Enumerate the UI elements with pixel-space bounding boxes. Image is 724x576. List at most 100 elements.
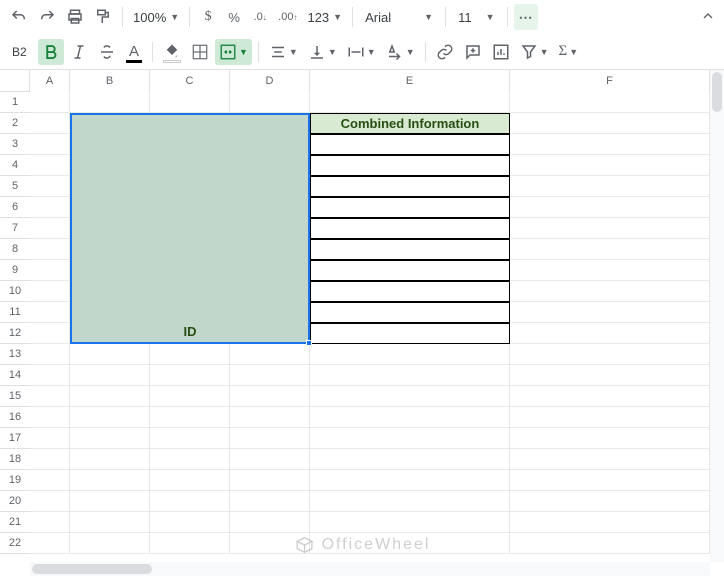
print-button[interactable] xyxy=(62,4,88,30)
chevron-down-icon: ▼ xyxy=(367,47,376,57)
more-toolbar-button[interactable]: ⋯ xyxy=(514,4,538,30)
cell-E11[interactable] xyxy=(310,302,510,323)
zoom-value: 100% xyxy=(133,10,166,25)
separator xyxy=(152,42,153,62)
cell-E3[interactable] xyxy=(310,134,510,155)
separator xyxy=(507,7,508,27)
separator xyxy=(189,7,190,27)
cells-area[interactable]: Combined Information ID xyxy=(30,92,710,554)
font-dropdown[interactable]: Arial▼ xyxy=(359,10,439,25)
strikethrough-button[interactable] xyxy=(94,39,120,65)
text-rotation-button[interactable]: ▼ xyxy=(382,39,419,65)
cell-E7[interactable] xyxy=(310,218,510,239)
watermark-text: OfficeWheel xyxy=(322,536,431,554)
column-headers[interactable]: ABCDEF xyxy=(30,70,710,92)
cell-E5[interactable] xyxy=(310,176,510,197)
row-header-2[interactable]: 2 xyxy=(0,113,30,134)
row-header-1[interactable]: 1 xyxy=(0,92,30,113)
scrollbar-thumb[interactable] xyxy=(712,72,722,112)
row-header-6[interactable]: 6 xyxy=(0,197,30,218)
chevron-down-icon: ▼ xyxy=(406,47,415,57)
cell-combined-information-header[interactable]: Combined Information xyxy=(310,113,510,134)
more-formats-dropdown[interactable]: 123▼ xyxy=(303,10,346,25)
merge-cells-button[interactable]: ▼ xyxy=(215,39,252,65)
row-header-15[interactable]: 15 xyxy=(0,386,30,407)
cell-E12[interactable] xyxy=(310,323,510,344)
merged-cell-id[interactable]: ID xyxy=(70,113,310,344)
row-header-20[interactable]: 20 xyxy=(0,491,30,512)
row-header-17[interactable]: 17 xyxy=(0,428,30,449)
cell-E6[interactable] xyxy=(310,197,510,218)
italic-button[interactable] xyxy=(66,39,92,65)
column-header-D[interactable]: D xyxy=(230,70,310,92)
logo-icon xyxy=(294,534,316,556)
row-header-8[interactable]: 8 xyxy=(0,239,30,260)
cell-E4[interactable] xyxy=(310,155,510,176)
row-header-18[interactable]: 18 xyxy=(0,449,30,470)
decrease-decimal-button[interactable]: .0↓ xyxy=(248,4,272,30)
font-name: Arial xyxy=(365,10,391,25)
column-header-C[interactable]: C xyxy=(150,70,230,92)
fill-color-button[interactable] xyxy=(159,39,185,65)
row-header-12[interactable]: 12 xyxy=(0,323,30,344)
separator xyxy=(122,7,123,27)
row-header-7[interactable]: 7 xyxy=(0,218,30,239)
name-box[interactable]: B2 xyxy=(6,45,36,59)
bold-button[interactable] xyxy=(38,39,64,65)
row-headers[interactable]: 12345678910111213141516171819202122 xyxy=(0,92,30,554)
row-header-16[interactable]: 16 xyxy=(0,407,30,428)
percent-button[interactable]: % xyxy=(222,4,246,30)
row-header-3[interactable]: 3 xyxy=(0,134,30,155)
spreadsheet-grid[interactable]: ABCDEF 123456789101112131415161718192021… xyxy=(0,70,724,576)
row-header-5[interactable]: 5 xyxy=(0,176,30,197)
horizontal-align-button[interactable]: ▼ xyxy=(265,39,302,65)
format-label: 123 xyxy=(307,10,329,25)
chevron-down-icon: ▼ xyxy=(170,12,179,22)
font-size-dropdown[interactable]: 11 ▼ xyxy=(452,10,500,25)
insert-link-button[interactable] xyxy=(432,39,458,65)
increase-decimal-button[interactable]: .00↑ xyxy=(274,4,301,30)
row-header-11[interactable]: 11 xyxy=(0,302,30,323)
undo-button[interactable] xyxy=(6,4,32,30)
row-header-10[interactable]: 10 xyxy=(0,281,30,302)
insert-chart-button[interactable] xyxy=(488,39,514,65)
zoom-dropdown[interactable]: 100% ▼ xyxy=(129,10,183,25)
cell-E8[interactable] xyxy=(310,239,510,260)
selection-handle[interactable] xyxy=(306,340,312,346)
text-color-button[interactable]: A xyxy=(122,39,146,65)
watermark: OfficeWheel xyxy=(294,534,431,556)
select-all-corner[interactable] xyxy=(0,70,30,92)
horizontal-scrollbar[interactable] xyxy=(30,562,710,576)
filter-button[interactable]: ▼ xyxy=(516,39,553,65)
row-header-13[interactable]: 13 xyxy=(0,344,30,365)
functions-button[interactable]: Σ▼ xyxy=(555,39,583,65)
scrollbar-thumb[interactable] xyxy=(32,564,152,574)
cell-E10[interactable] xyxy=(310,281,510,302)
collapse-toolbar-button[interactable] xyxy=(700,8,716,27)
vertical-align-button[interactable]: ▼ xyxy=(304,39,341,65)
chevron-down-icon: ▼ xyxy=(239,47,248,57)
row-header-4[interactable]: 4 xyxy=(0,155,30,176)
font-size-value: 11 xyxy=(458,10,472,25)
paint-format-button[interactable] xyxy=(90,4,116,30)
row-header-22[interactable]: 22 xyxy=(0,533,30,554)
column-header-A[interactable]: A xyxy=(30,70,70,92)
column-header-E[interactable]: E xyxy=(310,70,510,92)
chevron-down-icon: ▼ xyxy=(328,47,337,57)
column-header-B[interactable]: B xyxy=(70,70,150,92)
cell-E9[interactable] xyxy=(310,260,510,281)
chevron-down-icon: ▼ xyxy=(486,12,495,22)
row-header-21[interactable]: 21 xyxy=(0,512,30,533)
separator xyxy=(425,42,426,62)
row-header-19[interactable]: 19 xyxy=(0,470,30,491)
borders-button[interactable] xyxy=(187,39,213,65)
row-header-14[interactable]: 14 xyxy=(0,365,30,386)
text-wrap-button[interactable]: ▼ xyxy=(343,39,380,65)
column-header-F[interactable]: F xyxy=(510,70,710,92)
redo-button[interactable] xyxy=(34,4,60,30)
chevron-down-icon: ▼ xyxy=(569,47,578,57)
row-header-9[interactable]: 9 xyxy=(0,260,30,281)
currency-button[interactable]: $ xyxy=(196,4,220,30)
insert-comment-button[interactable] xyxy=(460,39,486,65)
vertical-scrollbar[interactable] xyxy=(710,70,724,562)
